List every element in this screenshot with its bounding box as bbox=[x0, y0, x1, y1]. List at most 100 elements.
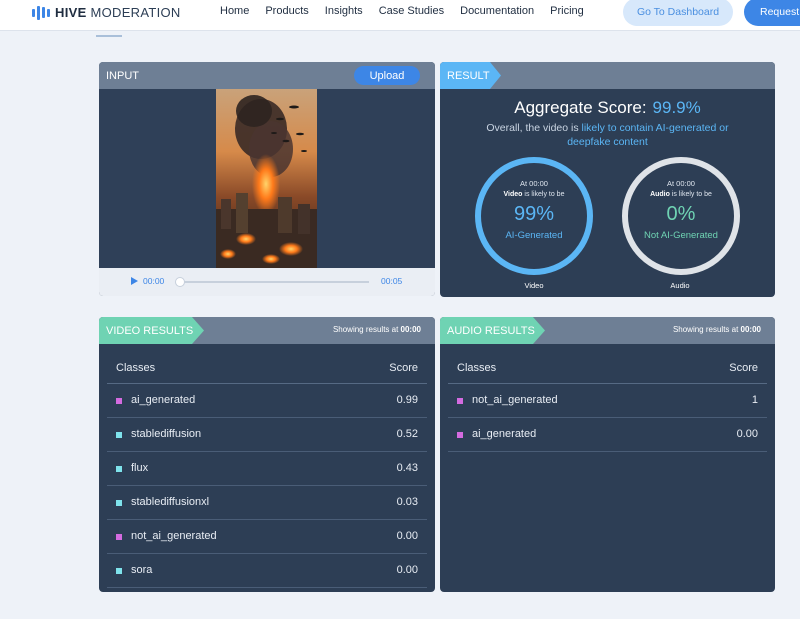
table-row: ai_generated 0.00 bbox=[448, 418, 767, 452]
table-row: flux 0.43 bbox=[107, 452, 427, 486]
video-ring-likely-rest: is likely to be bbox=[522, 191, 565, 198]
input-panel-header: INPUT Upload bbox=[99, 62, 435, 89]
video-ring-likely: Video is likely to be bbox=[481, 191, 587, 198]
summary-highlight: likely to contain AI-generated or deepfa… bbox=[567, 122, 729, 148]
table-row: ai_generated 0.99 bbox=[107, 384, 427, 418]
video-frame-image bbox=[216, 89, 317, 268]
video-ring-caption: Video bbox=[524, 281, 544, 290]
class-name: flux bbox=[131, 462, 149, 474]
nav-pricing[interactable]: Pricing bbox=[550, 5, 584, 17]
video-ring-label: AI-Generated bbox=[505, 230, 563, 241]
class-score: 0.00 bbox=[736, 428, 758, 440]
logo-light: MODERATION bbox=[86, 5, 181, 20]
logo-bold: HIVE bbox=[55, 5, 87, 20]
class-score: 0.99 bbox=[396, 394, 418, 406]
seek-handle[interactable] bbox=[175, 277, 185, 287]
tab-indicator bbox=[96, 35, 122, 37]
top-navigation-bar: HIVE MODERATION Home Products Insights C… bbox=[0, 0, 800, 31]
class-color-swatch bbox=[457, 398, 463, 404]
class-score: 0.43 bbox=[396, 462, 418, 474]
hive-logo[interactable]: HIVE MODERATION bbox=[32, 5, 181, 20]
audio-results-title: AUDIO RESULTS bbox=[447, 324, 535, 337]
audio-ring-time: At 00:00 bbox=[667, 179, 695, 188]
result-panel-title: RESULT bbox=[447, 69, 490, 82]
class-score: 0.52 bbox=[396, 428, 418, 440]
video-ring-percent: 99% bbox=[513, 203, 555, 225]
class-color-swatch bbox=[116, 568, 122, 574]
audio-results-panel: AUDIO RESULTS Showing results at 00:00 C… bbox=[440, 317, 775, 592]
class-color-swatch bbox=[457, 432, 463, 438]
audio-col-classes: Classes bbox=[457, 362, 497, 374]
video-results-panel: VIDEO RESULTS Showing results at 00:00 C… bbox=[99, 317, 435, 592]
audio-ring-likely-bold: Audio bbox=[650, 191, 670, 198]
table-row: not_ai_generated 1 bbox=[448, 384, 767, 418]
table-row: sora 0.00 bbox=[107, 554, 427, 588]
class-name: ai_generated bbox=[131, 394, 196, 406]
go-to-dashboard-button[interactable]: Go To Dashboard bbox=[623, 0, 733, 26]
play-icon[interactable] bbox=[131, 277, 138, 285]
audio-showing-prefix: Showing results at bbox=[672, 325, 741, 334]
class-name: not_ai_generated bbox=[472, 394, 558, 406]
class-name: stablediffusionxl bbox=[131, 496, 210, 508]
audio-ring-percent: 0% bbox=[666, 203, 696, 225]
table-row: stablediffusionxl 0.03 bbox=[107, 486, 427, 520]
audio-col-score: Score bbox=[729, 362, 758, 374]
class-score: 0.00 bbox=[396, 564, 418, 576]
audio-ring-caption: Audio bbox=[670, 281, 690, 290]
upload-button[interactable]: Upload bbox=[354, 66, 420, 85]
seek-bar[interactable] bbox=[178, 281, 369, 283]
audio-showing-time: 00:00 bbox=[740, 325, 761, 334]
end-time: 00:05 bbox=[381, 276, 403, 286]
class-color-swatch bbox=[116, 398, 122, 404]
video-showing-prefix: Showing results at bbox=[332, 325, 401, 334]
logo-text: HIVE MODERATION bbox=[55, 5, 181, 20]
nav-home[interactable]: Home bbox=[220, 5, 249, 17]
main-nav: Home Products Insights Case Studies Docu… bbox=[220, 5, 600, 17]
class-color-swatch bbox=[116, 500, 122, 506]
request-button[interactable]: Request bbox=[744, 0, 800, 26]
nav-insights[interactable]: Insights bbox=[325, 5, 363, 17]
video-results-showing: Showing results at 00:00 bbox=[333, 325, 421, 334]
hive-logo-icon bbox=[32, 5, 50, 20]
current-time: 00:00 bbox=[143, 276, 165, 286]
input-panel: INPUT Upload 00:00 00:05 bbox=[99, 62, 435, 296]
audio-results-header: AUDIO RESULTS Showing results at 00:00 bbox=[440, 317, 775, 344]
class-score: 1 bbox=[751, 394, 758, 406]
audio-score-ring: At 00:00 Audio is likely to be 0% Not AI… bbox=[622, 157, 740, 275]
class-color-swatch bbox=[116, 466, 122, 472]
video-col-score: Score bbox=[389, 362, 418, 374]
class-score: 0.03 bbox=[396, 496, 418, 508]
aggregate-label: Aggregate Score: bbox=[514, 98, 647, 117]
video-results-header: VIDEO RESULTS Showing results at 00:00 bbox=[99, 317, 435, 344]
aggregate-score: Aggregate Score: 99.9% bbox=[440, 98, 775, 118]
aggregate-summary: Overall, the video is likely to contain … bbox=[470, 121, 745, 149]
class-name: stablediffusion bbox=[131, 428, 202, 440]
video-player[interactable] bbox=[99, 89, 435, 268]
result-panel-header: RESULT bbox=[440, 62, 775, 89]
video-table-header: Classes Score bbox=[107, 354, 427, 384]
class-score: 0.00 bbox=[396, 530, 418, 542]
video-col-classes: Classes bbox=[116, 362, 156, 374]
nav-case-studies[interactable]: Case Studies bbox=[379, 5, 444, 17]
player-controls: 00:00 00:05 bbox=[99, 268, 435, 296]
audio-ring-likely-rest: is likely to be bbox=[669, 191, 712, 198]
video-score-ring: At 00:00 Video is likely to be 99% AI-Ge… bbox=[475, 157, 593, 275]
nav-documentation[interactable]: Documentation bbox=[460, 5, 534, 17]
aggregate-value: 99.9% bbox=[652, 98, 701, 117]
class-color-swatch bbox=[116, 432, 122, 438]
class-name: ai_generated bbox=[472, 428, 537, 440]
table-row: stablediffusion 0.52 bbox=[107, 418, 427, 452]
audio-ring-label: Not AI-Generated bbox=[644, 230, 718, 241]
nav-products[interactable]: Products bbox=[265, 5, 308, 17]
video-showing-time: 00:00 bbox=[400, 325, 421, 334]
class-name: not_ai_generated bbox=[131, 530, 217, 542]
table-row: not_ai_generated 0.00 bbox=[107, 520, 427, 554]
audio-ring-likely: Audio is likely to be bbox=[628, 191, 734, 198]
video-ring-time: At 00:00 bbox=[520, 179, 548, 188]
class-name: sora bbox=[131, 564, 153, 576]
summary-prefix: Overall, the video is bbox=[486, 122, 582, 134]
video-results-title: VIDEO RESULTS bbox=[106, 324, 194, 337]
video-ring-likely-bold: Video bbox=[503, 191, 523, 198]
class-color-swatch bbox=[116, 534, 122, 540]
audio-table-header: Classes Score bbox=[448, 354, 767, 384]
